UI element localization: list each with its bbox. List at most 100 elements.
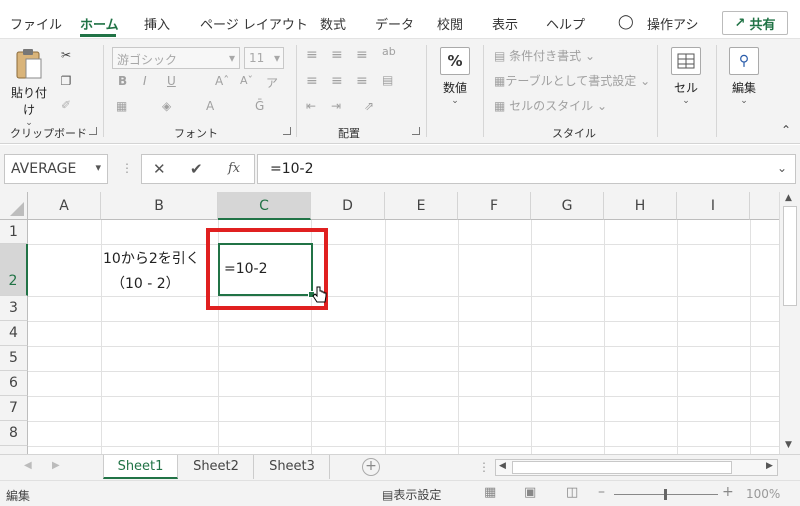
select-all-corner[interactable] — [0, 192, 28, 220]
cut-icon[interactable]: ✂ — [59, 49, 73, 61]
menu-insert[interactable]: 挿入 — [144, 14, 170, 33]
font-color-icon[interactable]: A — [206, 99, 214, 113]
conditional-format-button[interactable]: ▤ 条件付き書式 ⌄ — [494, 47, 595, 64]
collapse-ribbon-icon[interactable]: ⌃ — [781, 123, 791, 137]
menu-formulas[interactable]: 数式 — [320, 14, 346, 33]
page-layout-view-icon[interactable]: ▣ — [524, 485, 536, 500]
share-button[interactable]: ↗ 共有 — [722, 11, 788, 35]
scroll-down-icon[interactable]: ▼ — [785, 440, 792, 450]
cell-styles-button[interactable]: ▦ セルのスタイル ⌄ — [494, 97, 607, 114]
row-header-2[interactable]: 2 — [0, 244, 28, 296]
decrease-font-icon[interactable]: Aˇ — [240, 74, 253, 87]
row-header-8[interactable]: 8 — [0, 421, 28, 446]
menu-review[interactable]: 校閲 — [437, 14, 463, 33]
scroll-up-icon[interactable]: ▲ — [785, 193, 792, 203]
font-size-combo[interactable]: 11 ▾ — [244, 47, 284, 69]
column-header-b[interactable]: B — [101, 192, 218, 220]
zoom-slider-thumb[interactable] — [664, 489, 667, 500]
format-as-table-button[interactable]: ▦テーブルとして書式設定 ⌄ — [494, 72, 650, 89]
merge-icon[interactable]: ▤ — [382, 73, 393, 87]
editing-button[interactable]: ⚲ 編集 ⌄ — [722, 47, 766, 106]
sheet-tab-1[interactable]: Sheet1 — [103, 455, 178, 479]
horizontal-scrollbar[interactable]: ◀ ▶ — [495, 459, 778, 476]
bold-icon[interactable]: B — [118, 74, 127, 88]
clipboard-launcher-icon[interactable] — [89, 127, 97, 135]
fill-color-icon[interactable]: ◈ — [162, 99, 171, 113]
alignment-launcher-icon[interactable] — [412, 127, 420, 135]
insert-function-icon[interactable]: fx — [228, 161, 240, 176]
increase-indent-icon[interactable]: ⇥ — [331, 99, 341, 113]
name-box-dropdown-icon[interactable]: ▾ — [95, 161, 101, 174]
align-middle-icon[interactable]: ≡ — [331, 47, 343, 63]
vertical-scrollbar[interactable]: ▲ ▼ — [779, 192, 800, 454]
tab-split-grip-icon[interactable]: ⋮ — [478, 460, 490, 474]
scroll-right-icon[interactable]: ▶ — [766, 461, 773, 471]
horizontal-scroll-thumb[interactable] — [512, 461, 732, 474]
zoom-level[interactable]: 100% — [746, 487, 780, 501]
column-header-e[interactable]: E — [385, 192, 458, 220]
column-header-a[interactable]: A — [28, 192, 101, 220]
paste-button[interactable]: 貼り付け ⌄ — [6, 47, 52, 128]
row-header-7[interactable]: 7 — [0, 396, 28, 421]
column-header-partial[interactable] — [750, 192, 779, 220]
menu-view[interactable]: 表示 — [492, 14, 518, 33]
name-box[interactable]: AVERAGE ▾ — [4, 154, 108, 184]
menu-page-layout[interactable]: ページ レイアウト — [200, 14, 308, 33]
add-sheet-icon[interactable]: + — [362, 458, 380, 476]
column-header-g[interactable]: G — [531, 192, 604, 220]
display-settings-button[interactable]: ▤表示設定 — [382, 486, 441, 503]
lightbulb-icon[interactable]: ◯ — [618, 14, 634, 30]
column-header-f[interactable]: F — [458, 192, 531, 220]
row-header-partial[interactable] — [0, 446, 28, 454]
menu-data[interactable]: データ — [375, 14, 414, 33]
zoom-in-icon[interactable]: + — [722, 484, 734, 500]
column-header-c[interactable]: C — [218, 192, 311, 220]
decrease-indent-icon[interactable]: ⇤ — [306, 99, 316, 113]
align-center-icon[interactable]: ≡ — [331, 73, 343, 89]
prev-sheet-icon[interactable]: ◀ — [24, 460, 32, 471]
vertical-scroll-thumb[interactable] — [783, 206, 797, 306]
scroll-left-icon[interactable]: ◀ — [499, 461, 506, 471]
align-left-icon[interactable]: ≡ — [306, 73, 318, 89]
column-header-d[interactable]: D — [311, 192, 385, 220]
zoom-out-icon[interactable]: – — [598, 484, 605, 500]
italic-icon[interactable]: I — [143, 74, 147, 88]
row-header-4[interactable]: 4 — [0, 321, 28, 346]
cancel-icon[interactable]: ✕ — [153, 160, 166, 178]
borders-icon[interactable]: ▦ — [116, 99, 127, 113]
cells-button[interactable]: セル ⌄ — [664, 47, 708, 106]
increase-font-icon[interactable]: Aˆ — [215, 74, 229, 88]
orientation-icon[interactable]: ⇗ — [364, 99, 374, 113]
formula-input[interactable]: =10-2 ⌄ — [257, 154, 796, 184]
menu-tell-me[interactable]: 操作アシ — [647, 14, 698, 33]
align-bottom-icon[interactable]: ≡ — [356, 47, 368, 63]
column-header-i[interactable]: I — [677, 192, 750, 220]
font-launcher-icon[interactable] — [283, 127, 291, 135]
row-header-3[interactable]: 3 — [0, 296, 28, 321]
normal-view-icon[interactable]: ▦ — [484, 485, 496, 500]
format-painter-icon[interactable]: ✐ — [59, 99, 73, 111]
underline-icon[interactable]: U — [167, 74, 176, 88]
next-sheet-icon[interactable]: ▶ — [52, 460, 60, 471]
menu-help[interactable]: ヘルプ — [546, 14, 585, 33]
sheet-tab-2[interactable]: Sheet2 — [179, 455, 254, 479]
enter-icon[interactable]: ✔ — [190, 160, 203, 178]
page-break-view-icon[interactable]: ◫ — [566, 485, 578, 500]
row-header-5[interactable]: 5 — [0, 346, 28, 371]
expand-formula-icon[interactable]: ⌄ — [777, 161, 787, 175]
align-right-icon[interactable]: ≡ — [356, 73, 368, 89]
number-format-button[interactable]: % 数値 ⌄ — [434, 47, 476, 106]
sheet-tab-3[interactable]: Sheet3 — [255, 455, 330, 479]
copy-icon[interactable]: ❐ — [59, 75, 73, 87]
menu-home[interactable]: ホーム — [80, 14, 119, 33]
worksheet-grid[interactable]: A B C D E F G H I 1 2 3 4 5 6 7 8 10から2を… — [0, 192, 779, 454]
strikethrough-icon[interactable]: Ḡ — [255, 99, 264, 113]
phonetic-icon[interactable]: ア — [266, 74, 278, 91]
align-top-icon[interactable]: ≡ — [306, 47, 318, 63]
column-header-h[interactable]: H — [604, 192, 677, 220]
menu-file[interactable]: ファイル — [10, 14, 62, 33]
row-header-1[interactable]: 1 — [0, 220, 28, 244]
row-header-6[interactable]: 6 — [0, 371, 28, 396]
wrap-text-icon[interactable]: ab — [382, 45, 396, 58]
font-name-combo[interactable]: 游ゴシック ▾ — [112, 47, 240, 69]
